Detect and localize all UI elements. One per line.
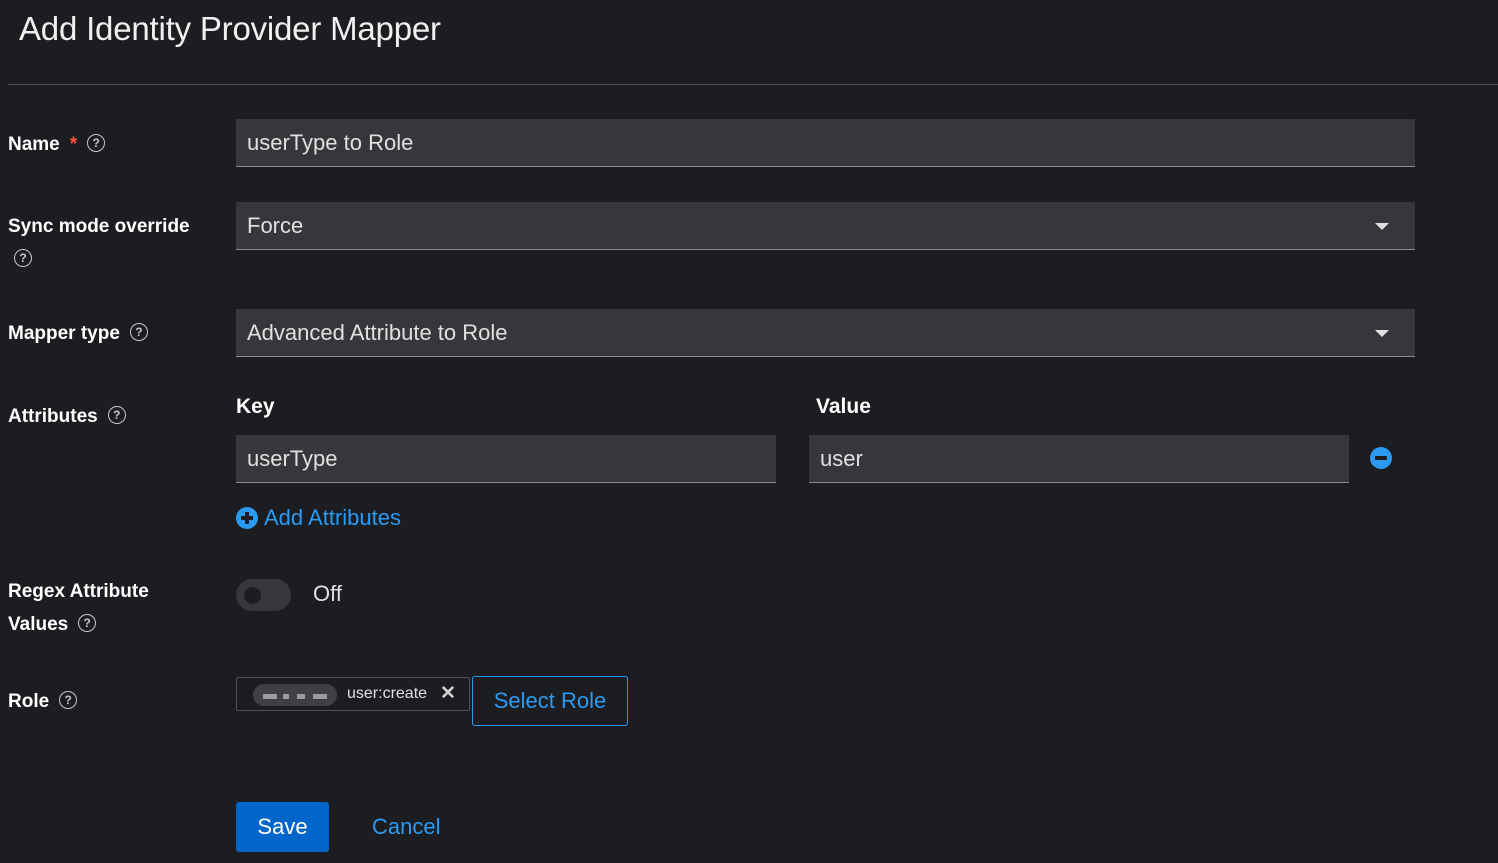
sync-mode-selected-value: Force [247, 213, 304, 238]
sync-mode-select[interactable]: Force [236, 202, 1415, 250]
sync-mode-label: Sync mode override [8, 216, 190, 237]
caret-down-icon [1375, 330, 1389, 337]
help-icon[interactable]: ? [59, 690, 78, 709]
minus-circle-icon[interactable] [1370, 447, 1392, 469]
name-label-group: Name *? [8, 128, 106, 161]
toggle-knob [244, 587, 261, 604]
add-attributes-link[interactable]: Add Attributes [236, 505, 401, 531]
add-attributes-label: Add Attributes [264, 505, 401, 530]
attributes-label: Attributes [8, 406, 98, 427]
plus-circle-icon [236, 507, 258, 529]
role-label: Role [8, 691, 50, 712]
attribute-key-input[interactable]: userType [236, 435, 776, 483]
save-button[interactable]: Save [236, 802, 329, 852]
regex-label-line1: Regex Attribute [8, 581, 149, 602]
mapper-type-label: Mapper type [8, 323, 120, 344]
help-icon[interactable]: ? [14, 248, 32, 267]
help-icon[interactable]: ? [87, 133, 106, 152]
sync-mode-label-group: Sync mode override ? [8, 210, 190, 276]
regex-toggle-switch[interactable] [236, 579, 291, 611]
add-identity-provider-mapper-page: Add Identity Provider Mapper Name *? user… [0, 0, 1498, 863]
role-label-group: Role? [8, 685, 78, 718]
name-input[interactable]: userType to Role [236, 119, 1415, 167]
help-icon[interactable]: ? [78, 613, 97, 632]
page-title: Add Identity Provider Mapper [19, 10, 441, 47]
select-role-button[interactable]: Select Role [472, 676, 628, 726]
role-chip-group: user:create ✕ [236, 677, 470, 711]
help-icon[interactable]: ? [129, 322, 148, 341]
name-label: Name [8, 134, 60, 155]
help-icon[interactable]: ? [107, 405, 126, 424]
mapper-type-label-group: Mapper type? [8, 317, 148, 350]
value-column-header: Value [816, 395, 871, 418]
key-column-header: Key [236, 395, 275, 418]
header-divider [8, 84, 1498, 85]
cancel-button[interactable]: Cancel [372, 802, 440, 852]
mapper-type-select[interactable]: Advanced Attribute to Role [236, 309, 1415, 357]
mapper-type-selected-value: Advanced Attribute to Role [247, 320, 508, 345]
close-icon[interactable]: ✕ [440, 682, 456, 705]
caret-down-icon [1375, 223, 1389, 230]
regex-toggle-state: Off [313, 581, 342, 606]
redacted-client-badge [253, 684, 337, 706]
required-asterisk: * [69, 134, 78, 155]
attribute-value-input[interactable]: user [809, 435, 1349, 483]
role-chip-label: user:create [347, 685, 428, 702]
attributes-label-group: Attributes? [8, 400, 126, 433]
regex-label-group: Regex Attribute Values? [8, 575, 149, 641]
regex-label-line2: Values [8, 614, 69, 635]
